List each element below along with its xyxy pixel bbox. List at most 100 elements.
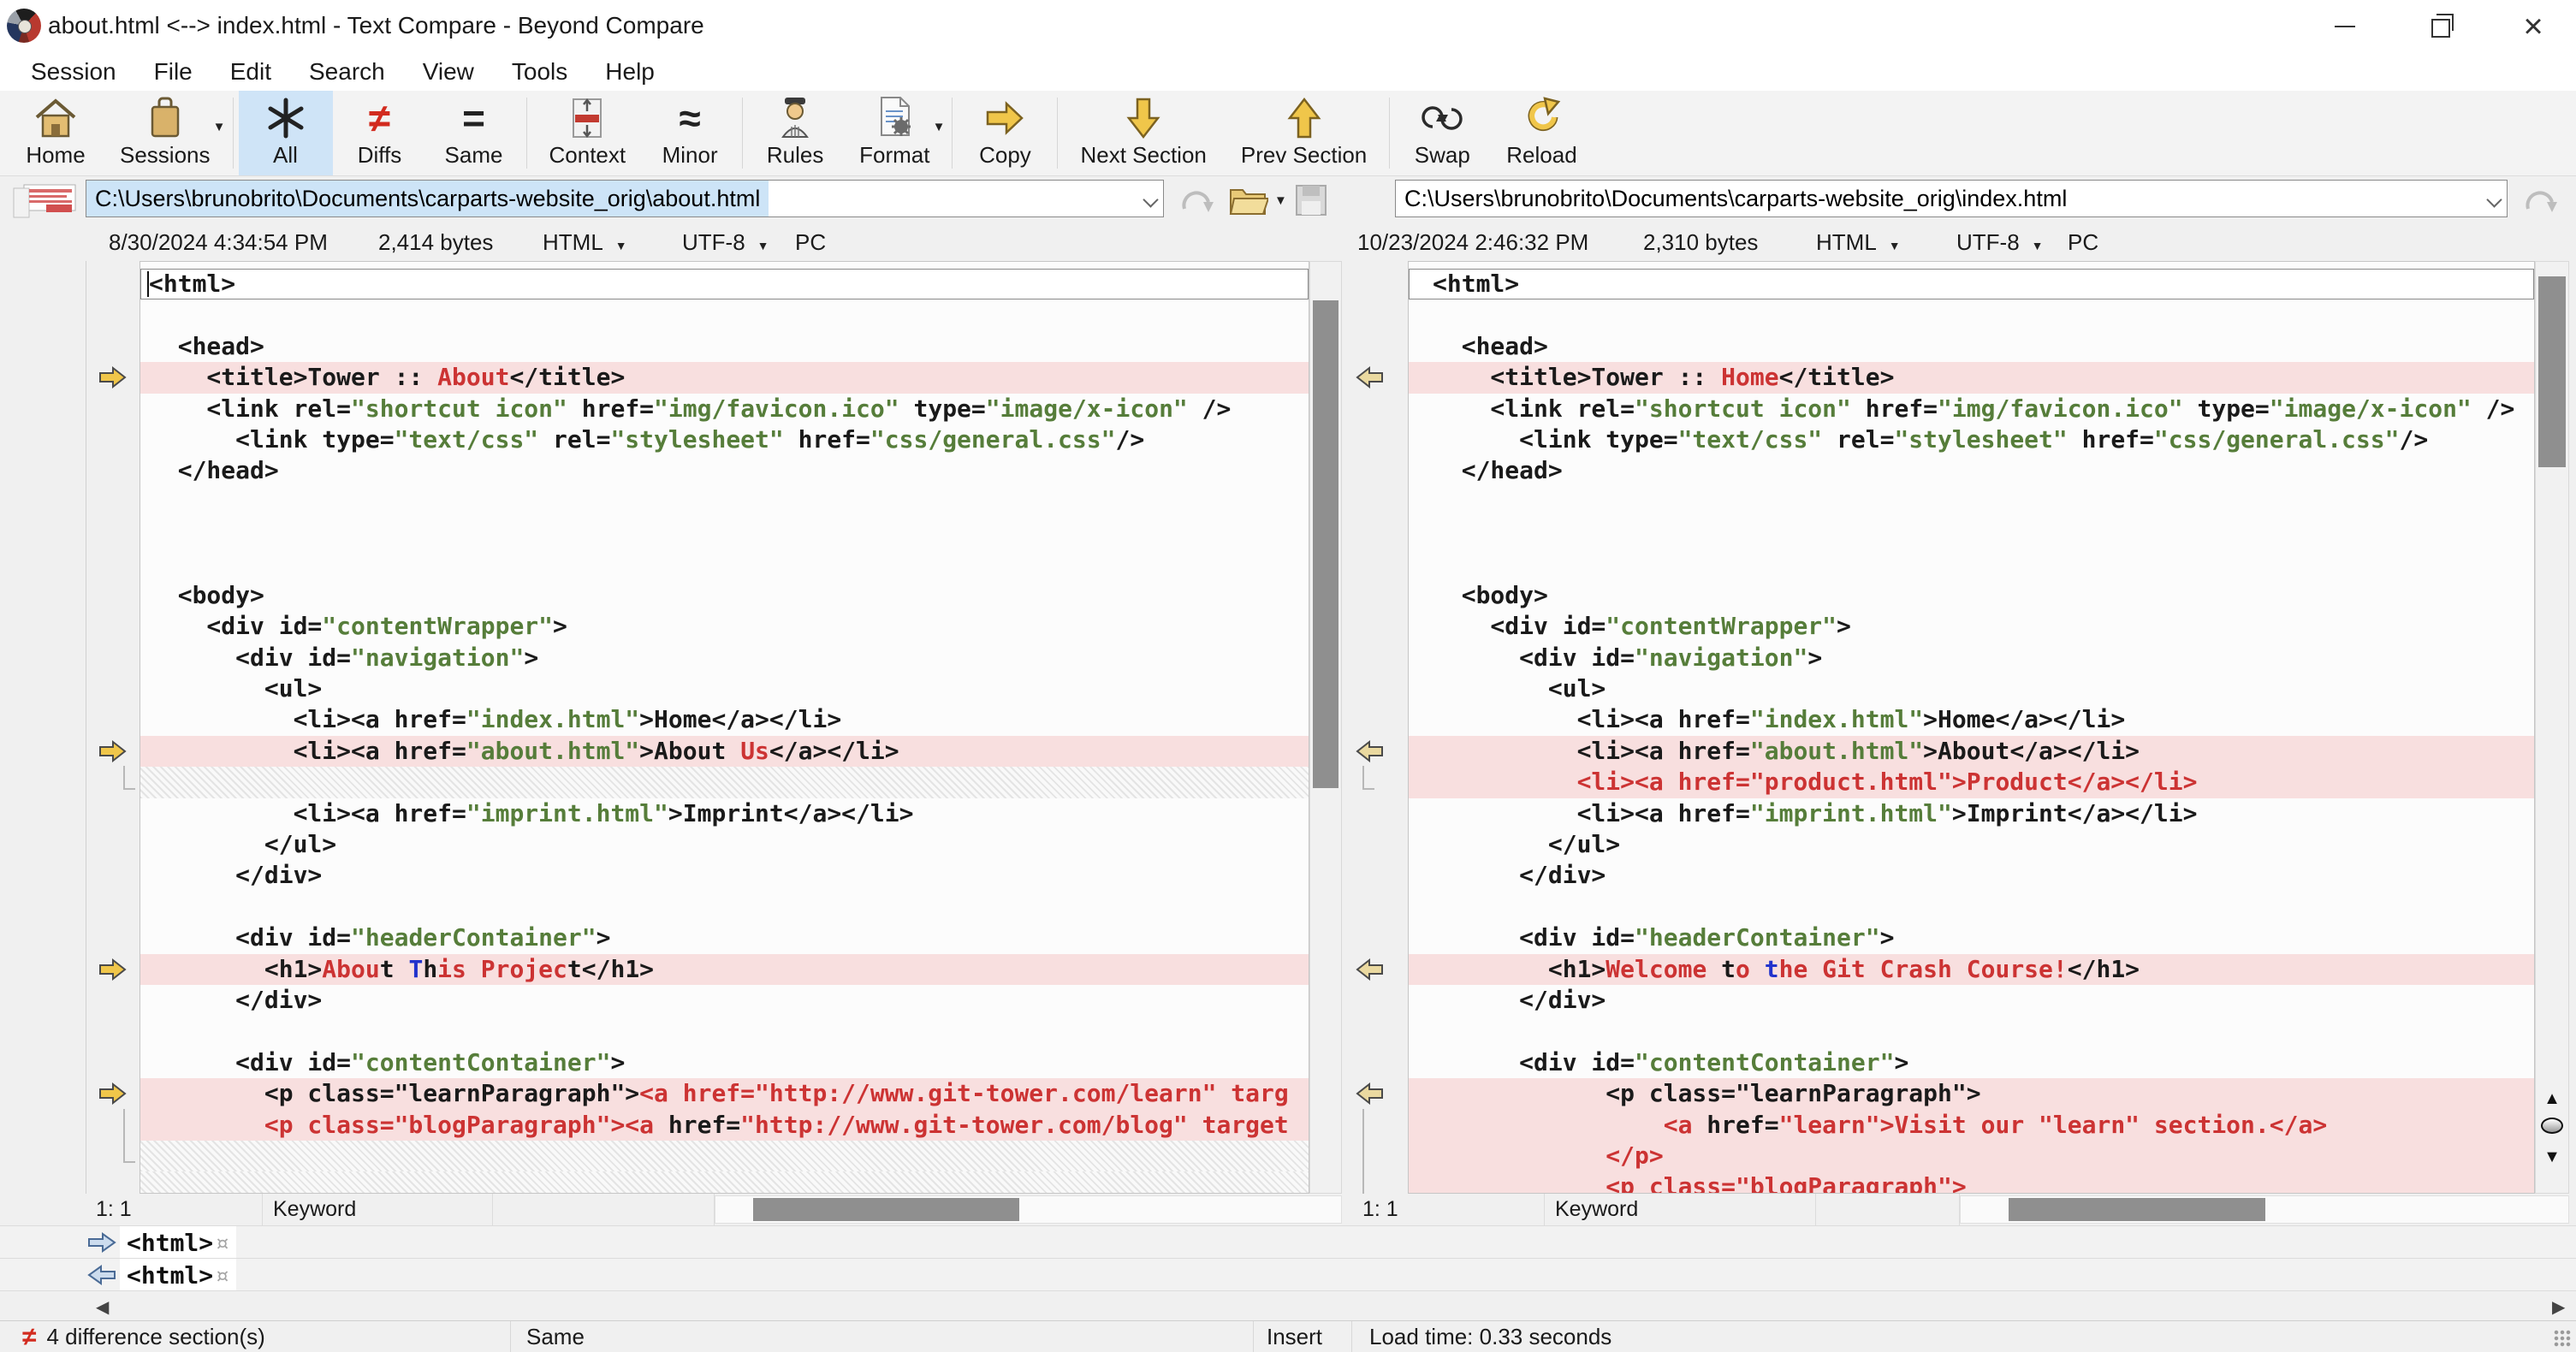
code-line[interactable]: <div id="navigation"> [140, 643, 1309, 673]
code-line[interactable] [1409, 892, 2534, 922]
last-diff-button[interactable]: ▼ [2536, 1148, 2568, 1165]
left-vertical-scrollbar[interactable] [1309, 261, 1342, 1194]
left-save-icon[interactable] [1294, 183, 1328, 217]
code-line[interactable]: <ul> [140, 673, 1309, 704]
code-line[interactable]: <li><a href="imprint.html">Imprint</a></… [140, 798, 1309, 829]
toolbar-home-button[interactable]: Home [9, 91, 103, 175]
menu-item-search[interactable]: Search [290, 53, 404, 91]
code-line[interactable] [1409, 518, 2534, 549]
code-line[interactable]: </ul> [1409, 829, 2534, 860]
right-editor-pane[interactable]: <html> <head> <title>Tower :: Home</titl… [1408, 261, 2535, 1194]
copy-section-left-icon[interactable] [1356, 958, 1384, 981]
right-path-input[interactable]: C:\Users\brunobrito\Documents\carparts-w… [1395, 180, 2508, 217]
restore-button[interactable] [2405, 9, 2473, 44]
code-line[interactable]: <li><a href="index.html">Home</a></li> [140, 704, 1309, 735]
current-position-button[interactable] [2536, 1118, 2568, 1134]
toolbar-copy-button[interactable]: Copy [958, 91, 1052, 175]
code-line[interactable]: <link rel="shortcut icon" href="img/favi… [1409, 394, 2534, 424]
toolbar-diffs-button[interactable]: ≠ Diffs [333, 91, 427, 175]
copy-section-left-icon[interactable] [1356, 1082, 1384, 1106]
resize-grip[interactable] [2554, 1330, 2571, 1347]
left-horizontal-scrollbar[interactable] [715, 1195, 1342, 1224]
code-line[interactable]: <div id="headerContainer"> [140, 922, 1309, 953]
right-horizontal-scrollbar[interactable] [1960, 1195, 2569, 1224]
chevron-down-icon[interactable]: ▼ [213, 120, 226, 134]
code-line[interactable]: <p class="learnParagraph"><a href="http:… [140, 1078, 1309, 1110]
code-line[interactable]: <li><a href="product.html">Product</a></… [1409, 767, 2534, 798]
code-line[interactable] [140, 518, 1309, 549]
copy-section-left-icon[interactable] [1356, 365, 1384, 389]
toolbar-format-button[interactable]: Format ▼ [842, 91, 947, 175]
copy-section-right-icon[interactable] [98, 739, 127, 762]
left-scrollbar-thumb[interactable] [1313, 300, 1338, 788]
code-line[interactable] [140, 1016, 1309, 1047]
left-path-input[interactable]: C:\Users\brunobrito\Documents\carparts-w… [86, 180, 1164, 217]
code-line[interactable]: <div id="contentContainer"> [1409, 1047, 2534, 1078]
code-line[interactable]: <p class="learnParagraph"> [1409, 1078, 2534, 1110]
toolbar-rules-button[interactable]: Rules [748, 91, 842, 175]
scroll-right-icon[interactable]: ▶ [2552, 1296, 2565, 1318]
code-line[interactable]: <div id="headerContainer"> [1409, 922, 2534, 953]
code-line[interactable]: <head> [1409, 331, 2534, 362]
code-line[interactable]: <li><a href="imprint.html">Imprint</a></… [1409, 798, 2534, 829]
copy-section-right-icon[interactable] [98, 958, 127, 981]
code-line[interactable] [140, 487, 1309, 518]
toolbar-prev-section-button[interactable]: Prev Section [1224, 91, 1384, 175]
toolbar-same-button[interactable]: = Same [427, 91, 521, 175]
code-line[interactable] [140, 299, 1309, 330]
minimize-button[interactable] [2311, 9, 2379, 44]
menu-item-session[interactable]: Session [12, 53, 135, 91]
missing-line-gap[interactable] [140, 767, 1309, 798]
right-hscrollbar-thumb[interactable] [2009, 1198, 2265, 1221]
missing-line-gap[interactable] [140, 1171, 1309, 1193]
left-revert-icon[interactable] [1179, 183, 1215, 217]
code-line[interactable] [1409, 487, 2534, 518]
code-line[interactable]: </div> [1409, 860, 2534, 891]
code-line[interactable]: <li><a href="about.html">About Us</a></l… [140, 735, 1309, 768]
code-line[interactable]: </p> [1409, 1140, 2534, 1172]
left-browse-folder-icon[interactable] [1229, 183, 1268, 217]
right-encoding-select[interactable]: UTF-8 ▼ [1956, 229, 2044, 256]
code-line[interactable]: <h1>About This Project</h1> [140, 953, 1309, 985]
code-line[interactable]: </ul> [140, 829, 1309, 860]
code-line[interactable]: </div> [140, 860, 1309, 891]
code-line[interactable] [1409, 299, 2534, 330]
copy-section-right-icon[interactable] [98, 365, 127, 389]
menu-item-edit[interactable]: Edit [211, 53, 290, 91]
first-diff-button[interactable]: ▲ [2536, 1090, 2568, 1107]
toolbar-sessions-button[interactable]: Sessions ▼ [103, 91, 228, 175]
copy-section-left-icon[interactable] [1356, 739, 1384, 762]
right-revert-icon[interactable] [2523, 183, 2559, 217]
code-line[interactable] [140, 892, 1309, 922]
menu-item-tools[interactable]: Tools [493, 53, 586, 91]
code-line[interactable]: <div id="contentWrapper"> [140, 611, 1309, 642]
menu-item-file[interactable]: File [135, 53, 211, 91]
code-line[interactable]: <title>Tower :: Home</title> [1409, 362, 2534, 394]
code-line[interactable]: <h1>Welcome to the Git Crash Course!</h1… [1409, 953, 2534, 985]
code-line[interactable]: </head> [140, 455, 1309, 486]
code-line[interactable]: <html> [140, 269, 1309, 300]
left-hscrollbar-thumb[interactable] [753, 1198, 1019, 1221]
code-line[interactable]: <html> [1409, 269, 2534, 300]
left-format-select[interactable]: HTML ▼ [543, 229, 627, 256]
code-line[interactable]: <body> [1409, 580, 2534, 611]
code-line[interactable]: <div id="contentWrapper"> [1409, 611, 2534, 642]
code-line[interactable]: <link type="text/css" rel="stylesheet" h… [1409, 424, 2534, 455]
code-line[interactable]: <li><a href="about.html">About</a></li> [1409, 735, 2534, 768]
code-line[interactable]: <div id="navigation"> [1409, 643, 2534, 673]
left-editor-pane[interactable]: <html> <head> <title>Tower :: About</tit… [139, 261, 1309, 1194]
code-line[interactable]: <link type="text/css" rel="stylesheet" h… [140, 424, 1309, 455]
copy-section-right-icon[interactable] [98, 1082, 127, 1106]
code-line[interactable]: </div> [1409, 985, 2534, 1016]
left-folder-dropdown-icon[interactable]: ▼ [1274, 193, 1287, 208]
detail-scrollbar[interactable]: ◀ ▶ [0, 1290, 2576, 1321]
code-line[interactable]: </div> [140, 985, 1309, 1016]
toolbar-next-section-button[interactable]: Next Section [1063, 91, 1223, 175]
code-line[interactable]: <head> [140, 331, 1309, 362]
code-line[interactable]: <body> [140, 580, 1309, 611]
code-line[interactable]: <div id="contentContainer"> [140, 1047, 1309, 1078]
right-scrollbar-thumb[interactable] [2538, 276, 2566, 467]
code-line[interactable] [140, 549, 1309, 580]
toolbar-context-button[interactable]: Context [532, 91, 644, 175]
right-path-dropdown-icon[interactable] [2486, 192, 2502, 208]
